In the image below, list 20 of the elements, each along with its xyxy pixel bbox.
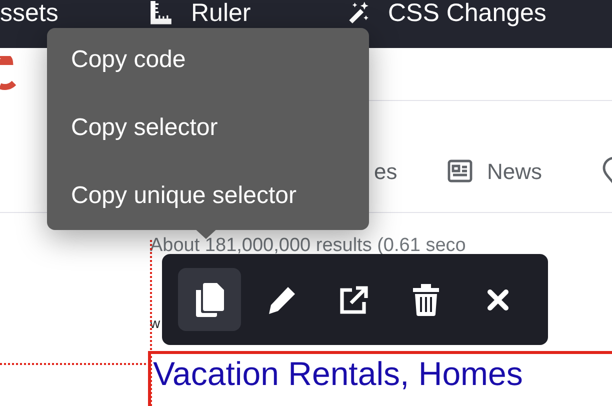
search-tab[interactable]: es (374, 154, 398, 188)
copy-button[interactable] (178, 268, 241, 331)
menu-item[interactable]: Copy code (47, 42, 210, 78)
search-tab[interactable]: News (487, 154, 542, 188)
trash-icon (412, 284, 438, 316)
newspaper-icon[interactable] (447, 159, 473, 183)
pin-icon[interactable] (600, 156, 612, 186)
toolbar-tab[interactable]: Ruler (191, 0, 251, 26)
menu-item[interactable]: Copy unique selector (47, 178, 320, 214)
menu-item[interactable]: Copy selector (47, 110, 242, 146)
external-link-icon (338, 284, 368, 314)
ruler-icon[interactable] (148, 1, 174, 25)
copy-icon (194, 282, 224, 316)
result-stats: About 181,000,000 results (0.61 seco (150, 235, 466, 256)
pencil-icon (266, 284, 296, 314)
toolbar-tab[interactable]: ssets (0, 0, 58, 26)
close-icon (486, 288, 508, 310)
logo-drawing (0, 56, 16, 90)
result-title-link[interactable]: Vacation Rentals, Homes (153, 355, 523, 392)
toolbar-tab[interactable]: CSS Changes (388, 0, 546, 26)
